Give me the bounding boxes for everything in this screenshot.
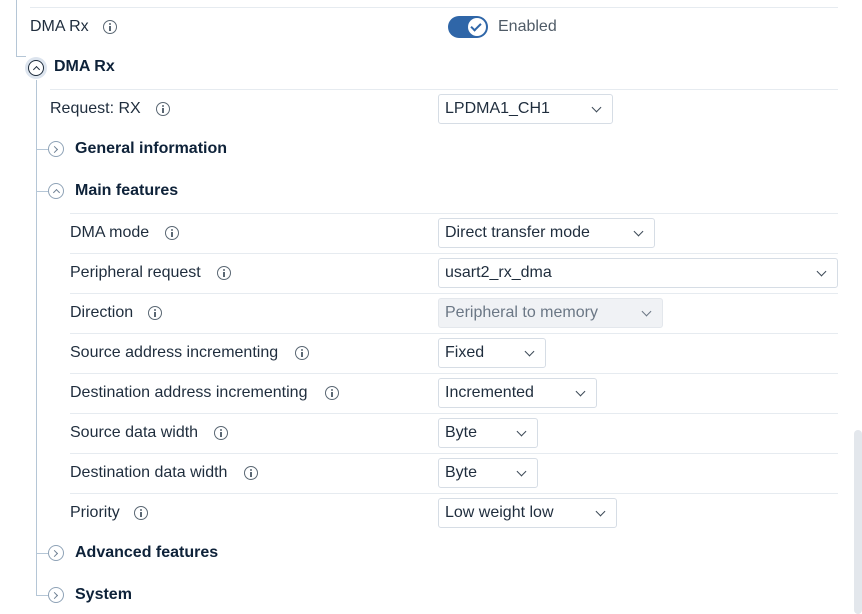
- expand-general-icon[interactable]: [48, 141, 64, 157]
- field-value: Byte: [445, 464, 478, 481]
- dma-rx-state: Enabled: [498, 18, 557, 35]
- chevron-down-icon: [516, 466, 527, 477]
- check-icon: [470, 20, 482, 32]
- field-value: Low weight low: [445, 504, 554, 521]
- info-icon[interactable]: [165, 226, 179, 240]
- branch-main: [36, 191, 48, 192]
- expand-advanced-icon[interactable]: [48, 545, 64, 561]
- info-icon[interactable]: [244, 466, 258, 480]
- field-label-peripheral-request: Peripheral request: [70, 264, 201, 281]
- branch-general: [36, 149, 48, 150]
- field-label-dma-mode: DMA mode: [70, 224, 150, 241]
- info-icon[interactable]: [134, 506, 148, 520]
- top-divider: [30, 7, 838, 8]
- info-icon[interactable]: [148, 306, 162, 320]
- info-icon[interactable]: [214, 426, 228, 440]
- chevron-down-icon: [816, 266, 827, 277]
- field-label-direction: Direction: [70, 304, 134, 321]
- source-data-width-select[interactable]: Byte: [438, 418, 538, 448]
- group-main[interactable]: Main features: [75, 181, 178, 201]
- info-icon[interactable]: [156, 102, 170, 116]
- field-value: Byte: [445, 424, 478, 441]
- dma-rx-switch[interactable]: [448, 16, 488, 38]
- destination-data-width-select[interactable]: Byte: [438, 458, 538, 488]
- group-general[interactable]: General information: [75, 139, 227, 159]
- divider: [70, 373, 838, 374]
- divider: [70, 293, 838, 294]
- field-label-source-address-incrementing: Source address incrementing: [70, 344, 279, 361]
- request-select[interactable]: LPDMA1_CH1: [438, 94, 613, 124]
- info-icon[interactable]: [217, 266, 231, 280]
- divider: [70, 453, 838, 454]
- scrollbar[interactable]: [854, 430, 862, 614]
- chevron-down-icon: [595, 506, 606, 517]
- container-border: [16, 0, 17, 56]
- divider: [70, 413, 838, 414]
- chevron-down-icon: [591, 102, 602, 113]
- switch-knob: [468, 18, 486, 36]
- source-address-incrementing-select[interactable]: Fixed: [438, 338, 546, 368]
- priority-select[interactable]: Low weight low: [438, 498, 617, 528]
- tree-line-main: [36, 80, 37, 596]
- field-label-source-data-width: Source data width: [70, 424, 199, 441]
- dma-mode-select[interactable]: Direct transfer mode: [438, 218, 655, 248]
- divider: [50, 89, 838, 90]
- dma-rx-label: DMA Rx: [30, 18, 89, 35]
- divider: [70, 493, 838, 494]
- direction-select: Peripheral to memory: [438, 298, 663, 328]
- chevron-down-icon: [633, 226, 644, 237]
- chevron-down-icon: [516, 426, 527, 437]
- info-icon[interactable]: [103, 20, 117, 34]
- field-value: Peripheral to memory: [445, 304, 598, 321]
- field-label-priority: Priority: [70, 504, 120, 521]
- request-value: LPDMA1_CH1: [445, 100, 550, 117]
- field-value: Fixed: [445, 344, 485, 361]
- expand-system-icon[interactable]: [48, 587, 64, 603]
- divider: [70, 213, 838, 214]
- request-label: Request: RX: [50, 100, 141, 117]
- section-title: DMA Rx: [54, 58, 115, 75]
- container-border-curve: [16, 56, 26, 57]
- branch-advanced: [36, 553, 48, 554]
- field-label-destination-address-incrementing: Destination address incrementing: [70, 384, 308, 401]
- field-value: Incremented: [445, 384, 534, 401]
- collapse-main-icon[interactable]: [48, 183, 64, 199]
- chevron-down-icon: [575, 386, 586, 397]
- field-label-destination-data-width: Destination data width: [70, 464, 228, 481]
- group-advanced[interactable]: Advanced features: [75, 543, 218, 563]
- chevron-down-icon: [641, 306, 652, 317]
- info-icon[interactable]: [295, 346, 309, 360]
- chevron-down-icon: [524, 346, 535, 357]
- group-system[interactable]: System: [75, 585, 132, 605]
- divider: [70, 253, 838, 254]
- destination-address-incrementing-select[interactable]: Incremented: [438, 378, 597, 408]
- field-value: usart2_rx_dma: [445, 264, 552, 281]
- branch-system: [36, 595, 48, 596]
- collapse-dma-rx-icon[interactable]: [25, 57, 47, 79]
- peripheral-request-select[interactable]: usart2_rx_dma: [438, 258, 838, 288]
- field-value: Direct transfer mode: [445, 224, 590, 241]
- divider: [70, 333, 838, 334]
- info-icon[interactable]: [325, 386, 339, 400]
